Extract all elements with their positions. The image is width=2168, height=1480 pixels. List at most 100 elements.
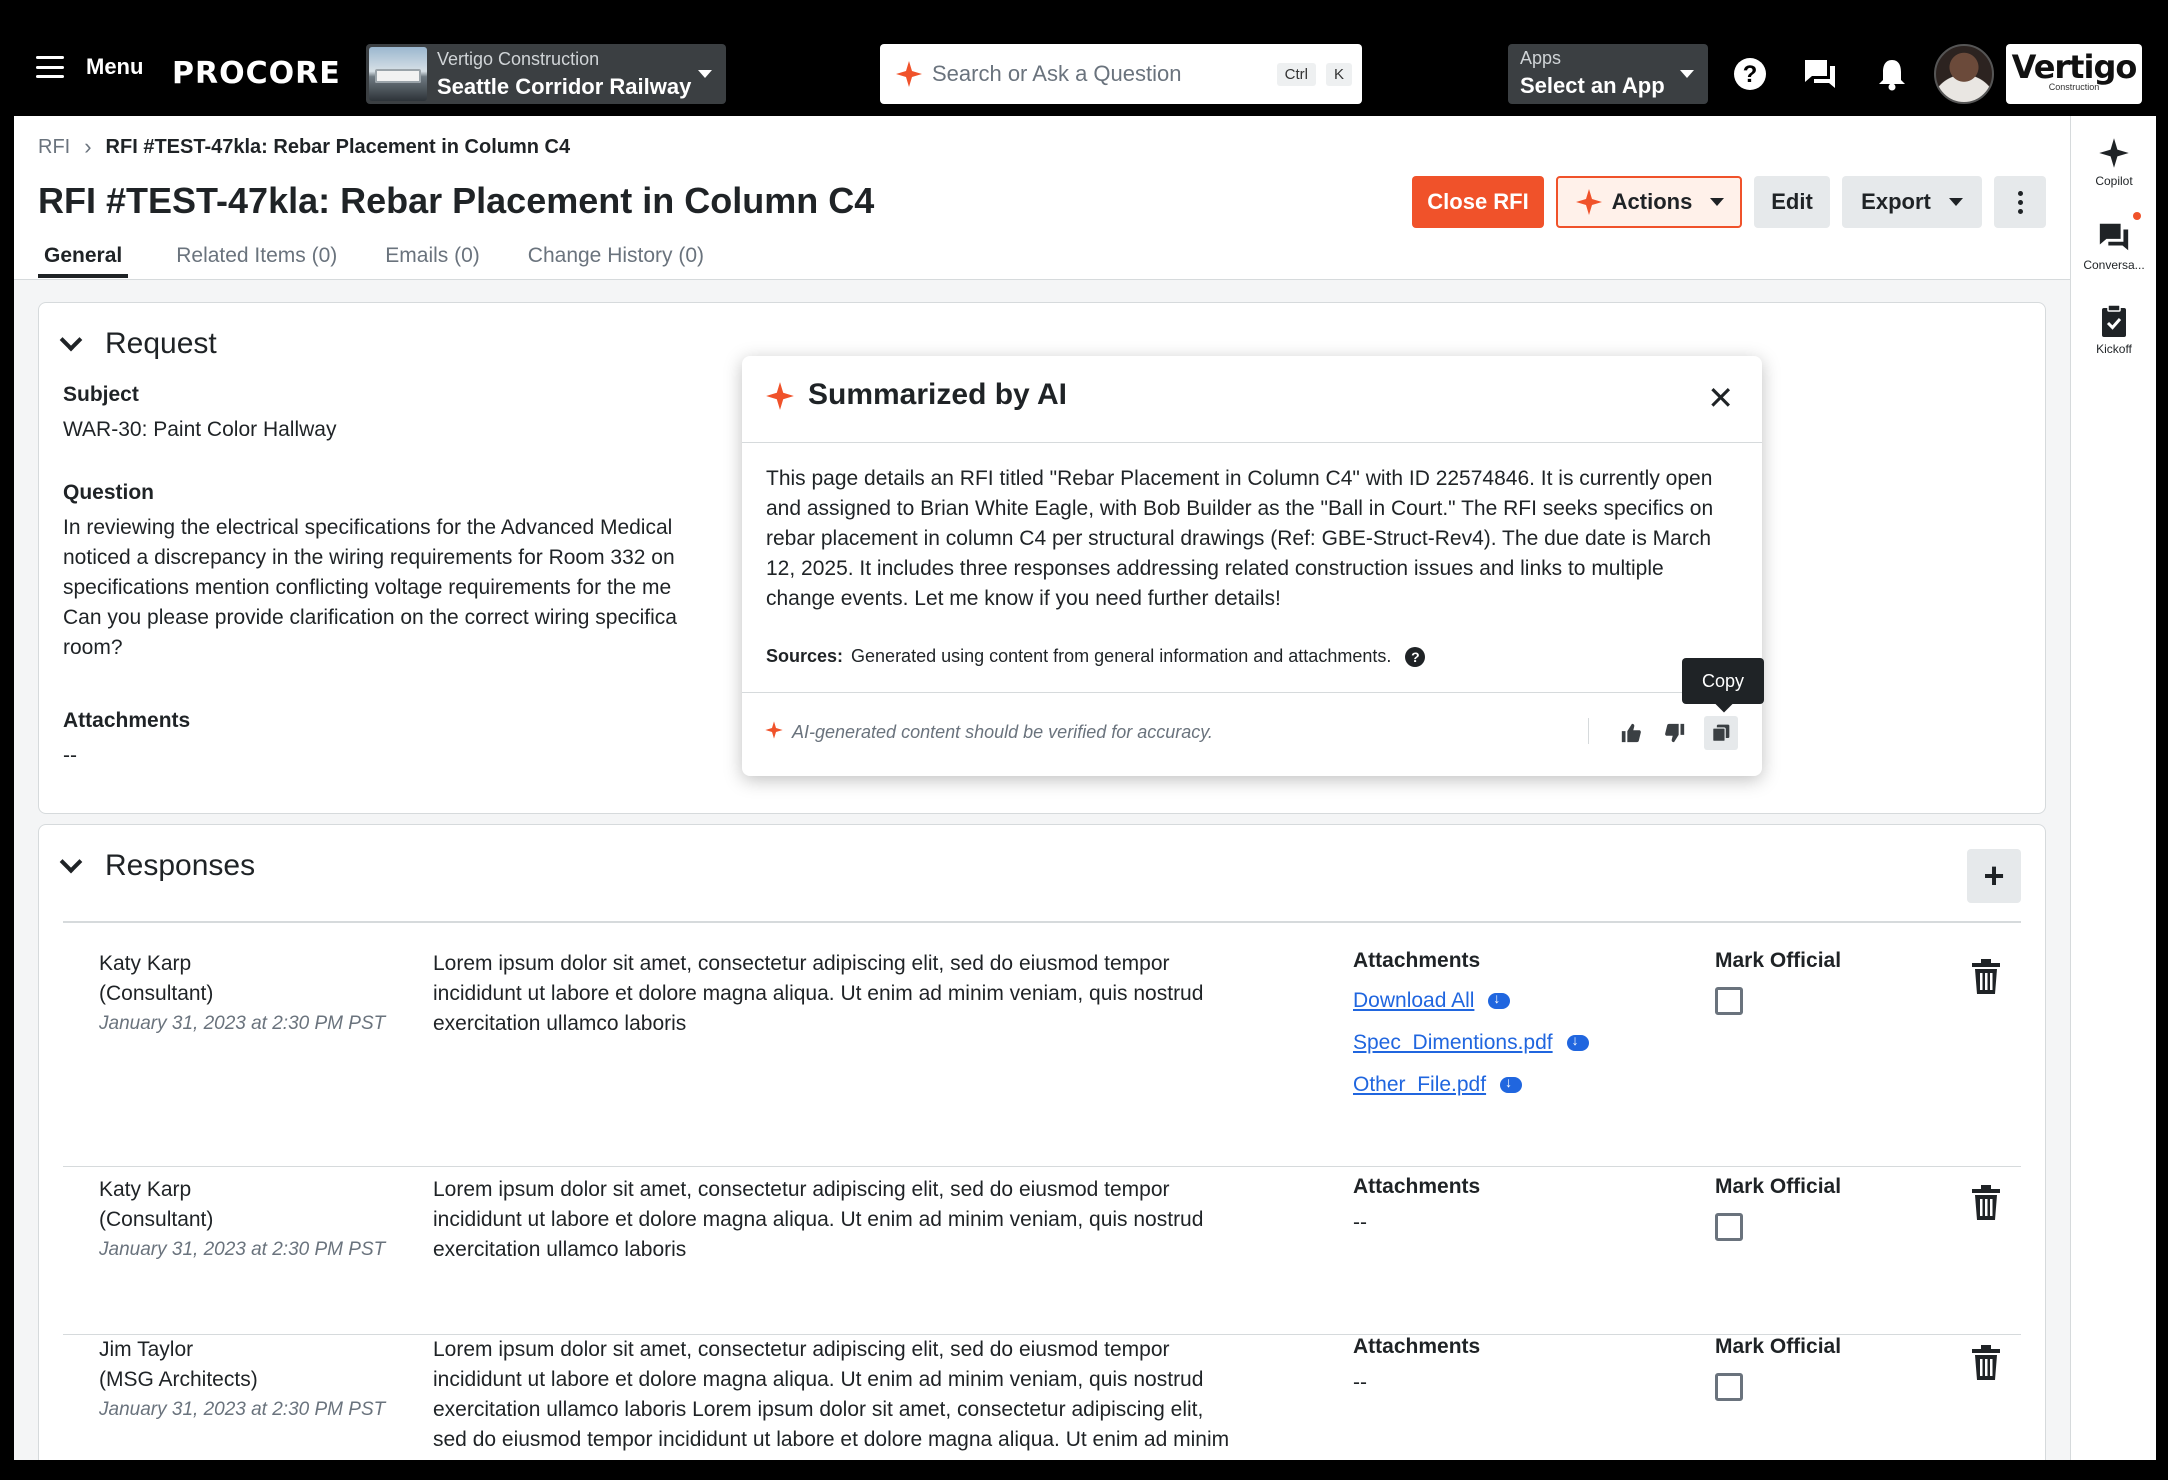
procore-logo[interactable]: PROCORE [172, 56, 341, 91]
chevron-down-icon [1680, 70, 1694, 78]
menu-label: Menu [86, 54, 144, 79]
response-text-line: incididunt ut labore et dolore magna ali… [433, 982, 1204, 1005]
cloud-download-icon [1566, 1032, 1589, 1051]
rail-kickoff[interactable]: Kickoff [2071, 304, 2157, 356]
attachment-link-spec[interactable]: Spec_Dimentions.pdf [1353, 1031, 1589, 1055]
response-attachments-value: -- [1353, 1211, 1367, 1234]
more-options-button[interactable] [1994, 176, 2046, 228]
chevron-down-icon [59, 328, 83, 352]
rail-conversations[interactable]: Conversa... [2071, 220, 2157, 272]
project-thumbnail [369, 47, 427, 101]
ai-summary-text: This page details an RFI titled "Rebar P… [766, 467, 1714, 610]
response-attachments-value: -- [1353, 1371, 1367, 1394]
copy-icon[interactable] [1704, 716, 1738, 750]
responses-card: Responses + Katy Karp (Consultant) Janua… [38, 824, 2046, 1460]
page-title: RFI #TEST-47kla: Rebar Placement in Colu… [38, 180, 875, 221]
actions-button[interactable]: Actions [1556, 176, 1742, 228]
response-date: January 31, 2023 at 2:30 PM PST [99, 1399, 386, 1420]
mark-official-checkbox[interactable] [1715, 1373, 1743, 1401]
project-selector[interactable]: Vertigo Construction Seattle Corridor Ra… [366, 44, 726, 104]
response-attachments-label: Attachments [1353, 949, 1481, 972]
download-all-link[interactable]: Download All [1353, 989, 1511, 1013]
rail-copilot[interactable]: Copilot [2071, 136, 2157, 188]
ai-feedback-actions [1616, 716, 1738, 750]
question-line: Can you please provide clarification on … [63, 606, 677, 629]
question-line: specifications mention conflicting volta… [63, 576, 672, 599]
trash-icon[interactable] [1971, 1185, 2001, 1221]
attachment-link-other[interactable]: Other_File.pdf [1353, 1073, 1523, 1097]
apps-label: Apps [1520, 48, 1562, 68]
mark-official-checkbox[interactable] [1715, 987, 1743, 1015]
cloud-download-icon [1500, 1074, 1523, 1093]
right-rail: Copilot Conversa... Kickoff [2070, 116, 2156, 1460]
cloud-download-icon [1488, 990, 1511, 1009]
search-placeholder: Search or Ask a Question [932, 61, 1182, 86]
tab-change-history[interactable]: Change History (0) [528, 244, 704, 278]
response-text-line: incididunt ut labore et dolore magna ali… [433, 1208, 1204, 1231]
add-response-button[interactable]: + [1967, 849, 2021, 903]
trash-icon[interactable] [1971, 959, 2001, 995]
top-navigation-bar: Menu PROCORE Vertigo Construction Seattl… [0, 0, 2168, 116]
question-value: In reviewing the electrical specificatio… [63, 513, 677, 663]
menu-button[interactable]: Menu [36, 54, 143, 80]
copilot-icon [2099, 138, 2129, 168]
tab-bar: General Related Items (0) Emails (0) Cha… [38, 244, 704, 278]
ai-summary-title: Summarized by AI [808, 378, 1067, 411]
attachments-label: Attachments [63, 709, 191, 732]
responses-title: Responses [105, 849, 256, 882]
rail-label: Conversa... [2083, 258, 2145, 272]
download-all-label: Download All [1353, 989, 1475, 1012]
chevron-down-icon [59, 850, 83, 874]
response-author-name: Katy Karp [99, 1178, 192, 1201]
ai-sources: Sources: Generated using content from ge… [766, 646, 1426, 667]
ai-sparkle-icon [764, 720, 784, 745]
help-icon[interactable]: ? [1405, 646, 1426, 667]
edit-button[interactable]: Edit [1754, 176, 1830, 228]
notifications-bell-icon[interactable] [1874, 56, 1910, 92]
mark-official-checkbox[interactable] [1715, 1213, 1743, 1241]
close-rfi-button[interactable]: Close RFI [1412, 176, 1544, 228]
user-avatar[interactable] [1934, 44, 1994, 104]
request-section-toggle[interactable]: Request [59, 327, 217, 361]
conversations-icon[interactable] [1802, 56, 1838, 92]
response-text-line: incididunt ut labore et dolore magna ali… [433, 1368, 1204, 1391]
tab-emails[interactable]: Emails (0) [385, 244, 480, 278]
response-attachments-label: Attachments [1353, 1335, 1481, 1358]
close-icon[interactable]: ✕ [1707, 382, 1734, 414]
tab-related-items[interactable]: Related Items (0) [176, 244, 337, 278]
chevron-down-icon [1948, 198, 1963, 206]
thumbs-down-icon[interactable] [1660, 718, 1690, 748]
clipboard-check-icon [2102, 304, 2126, 337]
svg-text:?: ? [1743, 61, 1758, 88]
ai-sparkle-icon [764, 380, 794, 410]
search-input[interactable]: Search or Ask a Question Ctrl K [880, 44, 1362, 104]
apps-selector[interactable]: Apps Select an App [1508, 44, 1708, 104]
tab-general[interactable]: General [38, 244, 129, 278]
question-line: noticed a discrepancy in the wiring requ… [63, 546, 675, 569]
export-button[interactable]: Export [1842, 176, 1982, 228]
response-text-line: Lorem ipsum dolor sit amet, consectetur … [433, 1338, 1170, 1361]
question-line: In reviewing the electrical specificatio… [63, 516, 673, 539]
chevron-right-icon: › [84, 134, 92, 159]
breadcrumb: RFI › RFI #TEST-47kla: Rebar Placement i… [38, 134, 570, 160]
thumbs-up-icon[interactable] [1616, 718, 1646, 748]
responses-section-toggle[interactable]: Responses [59, 849, 256, 883]
help-icon[interactable]: ? [1732, 56, 1768, 92]
breadcrumb-rfi-link[interactable]: RFI [38, 136, 70, 159]
divider [1588, 718, 1589, 744]
project-company: Vertigo Construction [437, 48, 600, 69]
response-author-name: Jim Taylor [99, 1338, 194, 1361]
subject-value: WAR-30: Paint Color Hallway [63, 418, 337, 441]
attachment-file-name: Other_File.pdf [1353, 1073, 1487, 1096]
trash-icon[interactable] [1971, 1345, 2001, 1381]
response-author: Katy Karp (Consultant) [99, 949, 213, 1009]
response-text: Lorem ipsum dolor sit amet, consectetur … [433, 1175, 1313, 1265]
response-date: January 31, 2023 at 2:30 PM PST [99, 1013, 386, 1034]
response-author: Katy Karp (Consultant) [99, 1175, 213, 1235]
request-title: Request [105, 327, 217, 360]
response-date: January 31, 2023 at 2:30 PM PST [99, 1239, 386, 1260]
divider [63, 921, 2021, 923]
mark-official-label: Mark Official [1715, 949, 1842, 972]
chat-icon [2099, 223, 2129, 251]
response-row: Katy Karp (Consultant) January 31, 2023 … [63, 1175, 2021, 1335]
